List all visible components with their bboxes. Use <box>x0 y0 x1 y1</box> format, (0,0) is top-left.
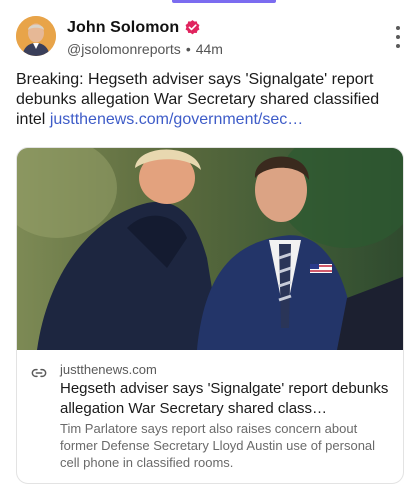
link-icon <box>31 365 47 381</box>
link-preview-image <box>17 148 403 350</box>
author-handle[interactable]: @jsolomonreports <box>67 41 181 57</box>
author-display-name[interactable]: John Solomon <box>67 19 179 37</box>
avatar-photo <box>16 16 56 56</box>
avatar[interactable] <box>16 16 56 56</box>
verified-badge-icon <box>184 19 201 36</box>
author-name-row: John Solomon <box>67 17 223 38</box>
link-preview-domain: justthenews.com <box>60 362 157 377</box>
post-header: John Solomon @jsolomonreports • 44m <box>16 14 404 60</box>
link-preview-title[interactable]: Hegseth adviser says 'Signalgate' report… <box>60 379 394 419</box>
author-meta-row: @jsolomonreports • 44m <box>67 40 223 58</box>
link-preview-description: Tim Parlatore says report also raises co… <box>60 421 376 470</box>
post-age[interactable]: 44m <box>196 41 223 57</box>
vertical-ellipsis-icon[interactable] <box>392 26 404 48</box>
post-body: Breaking: Hegseth adviser says 'Signalga… <box>16 70 406 130</box>
post: John Solomon @jsolomonreports • 44m Brea… <box>0 0 420 500</box>
link-preview-card[interactable]: justthenews.com Hegseth adviser says 'Si… <box>16 147 404 484</box>
post-link[interactable]: justthenews.com/government/sec… <box>50 111 303 128</box>
meta-separator: • <box>185 41 191 57</box>
link-preview-body: justthenews.com Hegseth adviser says 'Si… <box>17 350 403 483</box>
author-info: John Solomon @jsolomonreports • 44m <box>67 17 223 58</box>
